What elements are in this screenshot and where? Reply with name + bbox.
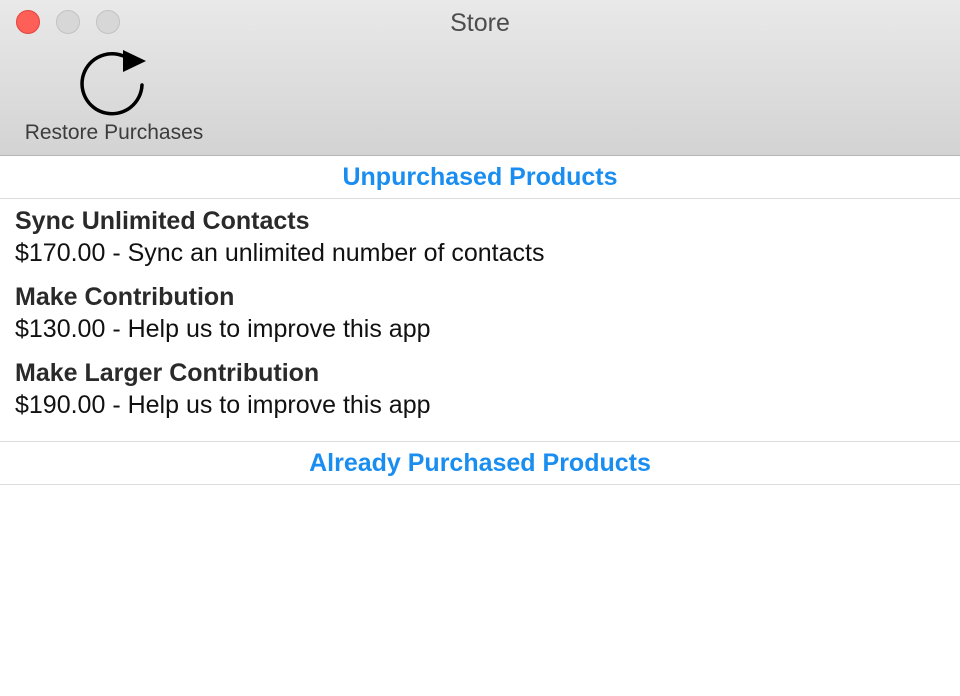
purchased-section-header: Already Purchased Products bbox=[0, 441, 960, 485]
product-row[interactable]: Make Contribution $130.00 - Help us to i… bbox=[0, 281, 960, 357]
title-bar: Store Restore Purchases bbox=[0, 0, 960, 156]
product-row[interactable]: Make Larger Contribution $190.00 - Help … bbox=[0, 357, 960, 433]
restore-purchases-button[interactable]: Restore Purchases bbox=[12, 46, 216, 150]
product-row[interactable]: Sync Unlimited Contacts $170.00 - Sync a… bbox=[0, 205, 960, 281]
purchased-product-list bbox=[0, 485, 960, 499]
restore-purchases-label: Restore Purchases bbox=[24, 121, 204, 144]
store-window: Store Restore Purchases Unpurchased Prod… bbox=[0, 0, 960, 696]
product-description: $190.00 - Help us to improve this app bbox=[15, 391, 431, 419]
product-name: Make Contribution bbox=[15, 283, 235, 311]
window-title: Store bbox=[450, 9, 510, 37]
refresh-icon bbox=[80, 50, 146, 116]
unpurchased-product-list: Sync Unlimited Contacts $170.00 - Sync a… bbox=[0, 199, 960, 441]
product-description: $130.00 - Help us to improve this app bbox=[15, 315, 431, 343]
unpurchased-section-header: Unpurchased Products bbox=[0, 156, 960, 199]
product-table: Unpurchased Products Sync Unlimited Cont… bbox=[0, 156, 960, 499]
product-name: Make Larger Contribution bbox=[15, 359, 320, 387]
product-name: Sync Unlimited Contacts bbox=[15, 207, 310, 235]
product-description: $170.00 - Sync an unlimited number of co… bbox=[15, 239, 545, 267]
